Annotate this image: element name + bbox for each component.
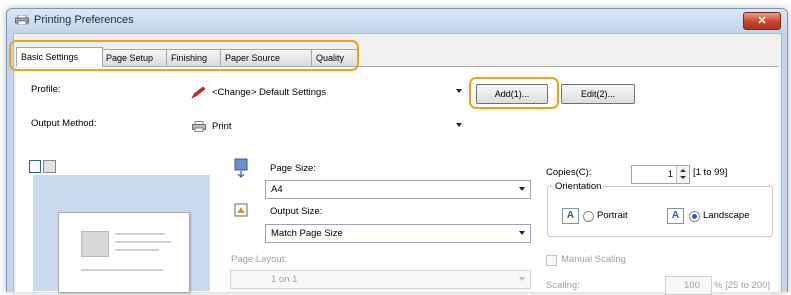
tab-basic-settings[interactable]: Basic Settings	[16, 47, 103, 67]
page-view-icon[interactable]	[29, 160, 41, 173]
scaling-range: % [25 to 200]	[714, 280, 770, 291]
chevron-down-icon	[519, 187, 525, 191]
page-layout-value: 1 on 1	[271, 274, 298, 285]
preview-text-line	[115, 233, 165, 235]
title-bar: Printing Preferences ✕	[7, 9, 787, 31]
preview-text-line	[115, 241, 171, 243]
add-button-callout-highlight	[469, 77, 559, 109]
manual-scaling-label: Manual Scaling	[561, 254, 626, 265]
printer-icon	[15, 15, 29, 25]
copies-label: Copies(C):	[546, 167, 592, 178]
chevron-down-icon	[456, 123, 462, 127]
page-size-icon	[234, 158, 248, 178]
copies-spinbox[interactable]: 1	[631, 165, 690, 184]
profile-select[interactable]: <Change> Default Settings	[185, 82, 467, 103]
orientation-label: Orientation	[553, 181, 604, 192]
page-size-value: A4	[271, 184, 283, 195]
scaling-label: Scaling:	[546, 280, 580, 291]
chevron-up-icon[interactable]	[680, 169, 686, 172]
output-method-select[interactable]: Print	[185, 116, 467, 137]
output-size-icon	[234, 203, 248, 217]
landscape-radio[interactable]	[689, 211, 700, 222]
preview-image-block	[81, 231, 109, 257]
manual-scaling-checkbox[interactable]	[546, 255, 557, 266]
output-size-label: Output Size:	[270, 206, 323, 217]
portrait-label: Portrait	[597, 210, 628, 221]
copies-value: 1	[667, 169, 673, 180]
chevron-down-icon	[456, 89, 462, 93]
page-layout-label: Page Layout:	[231, 254, 287, 265]
pencil-icon	[191, 86, 206, 99]
landscape-icon: A	[667, 208, 684, 224]
copies-range: [1 to 99]	[693, 167, 728, 178]
paper-preview	[58, 212, 190, 293]
close-button[interactable]: ✕	[743, 12, 781, 30]
preview-text-line	[81, 269, 163, 271]
chevron-down-icon[interactable]	[680, 176, 686, 179]
printer-view-icon[interactable]	[43, 160, 56, 173]
window-title: Printing Preferences	[34, 14, 134, 26]
scaling-spinbox[interactable]: 100	[665, 276, 712, 295]
output-method-value: Print	[212, 121, 232, 132]
profile-label: Profile:	[31, 84, 61, 95]
output-method-label: Output Method:	[31, 118, 97, 129]
edit-profile-button[interactable]: Edit(2)...	[561, 84, 635, 104]
copies-spin-buttons[interactable]	[676, 166, 689, 183]
chevron-down-icon	[519, 277, 525, 281]
print-icon	[192, 121, 206, 132]
profile-value: <Change> Default Settings	[212, 87, 327, 98]
page-size-label: Page Size:	[270, 163, 316, 174]
page-size-select[interactable]: A4	[265, 180, 531, 199]
page-layout-select[interactable]: 1 on 1	[230, 270, 531, 289]
output-size-select[interactable]: Match Page Size	[265, 224, 531, 243]
chevron-down-icon	[519, 231, 525, 235]
output-size-value: Match Page Size	[271, 228, 343, 239]
scaling-value: 100	[684, 280, 700, 291]
portrait-radio[interactable]	[583, 211, 594, 222]
landscape-label: Landscape	[703, 210, 750, 221]
preview-text-line	[115, 249, 159, 251]
portrait-icon: A	[562, 208, 579, 224]
